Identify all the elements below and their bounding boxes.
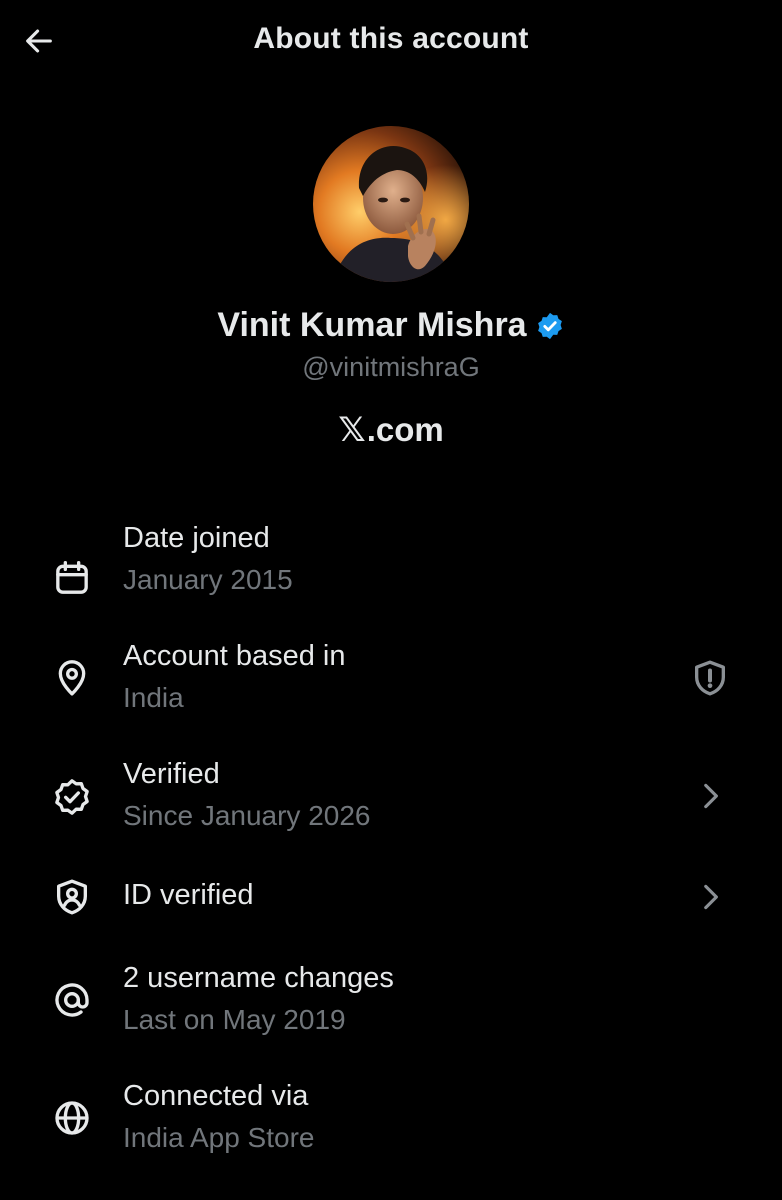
- row-connected-via: Connected via India App Store: [0, 1074, 782, 1170]
- page-title: About this account: [253, 22, 529, 55]
- row-value: Since January 2026: [123, 800, 371, 831]
- verified-badge-icon: [535, 311, 565, 341]
- row-value: Last on May 2019: [123, 1004, 346, 1035]
- globe-icon: [50, 1096, 94, 1140]
- row-verified[interactable]: Verified Since January 2026: [0, 752, 782, 848]
- at-sign-icon: [50, 978, 94, 1022]
- row-value: India App Store: [123, 1122, 315, 1153]
- profile-handle: @vinitmishraG: [302, 352, 480, 382]
- verified-seal-icon: [50, 775, 94, 819]
- row-username-changes: 2 username changes Last on May 2019: [0, 956, 782, 1052]
- row-label: 2 username changes: [123, 962, 394, 994]
- platform-domain: .com: [366, 411, 444, 448]
- avatar-photo: [313, 126, 469, 282]
- row-account-based-in: Account based in India: [0, 634, 782, 730]
- chevron-right-icon[interactable]: [688, 774, 732, 818]
- chevron-right-icon[interactable]: [688, 875, 732, 919]
- top-bar: About this account: [0, 0, 782, 84]
- avatar[interactable]: [313, 126, 469, 282]
- id-shield-icon: [50, 875, 94, 919]
- row-label: Connected via: [123, 1080, 309, 1112]
- row-id-verified[interactable]: ID verified: [0, 870, 782, 926]
- location-pin-icon: [50, 656, 94, 700]
- display-name: Vinit Kumar Mishra: [217, 306, 527, 344]
- row-value: India: [123, 682, 184, 713]
- row-label: Verified: [123, 758, 220, 790]
- row-value: January 2015: [123, 564, 293, 595]
- shield-alert-icon[interactable]: [688, 656, 732, 700]
- profile-name-row: Vinit Kumar Mishra: [0, 306, 782, 345]
- row-label: Date joined: [123, 522, 270, 554]
- x-logo-icon: 𝕏: [338, 410, 366, 450]
- row-label: ID verified: [123, 879, 254, 911]
- row-date-joined: Date joined January 2015: [0, 516, 782, 612]
- row-label: Account based in: [123, 640, 346, 672]
- platform-label: 𝕏 .com: [0, 410, 782, 450]
- calendar-icon: [50, 556, 94, 600]
